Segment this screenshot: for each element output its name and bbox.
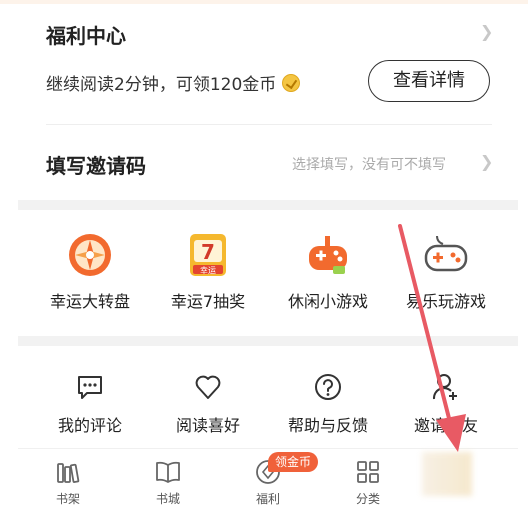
blurred-profile-tab[interactable] — [422, 452, 472, 496]
book-icon — [154, 458, 182, 486]
invite-code-hint: 选择填写，没有可不填写 — [292, 157, 446, 173]
welfare-badge: 领金币 — [268, 452, 319, 472]
help-icon — [313, 372, 343, 402]
controller-icon — [423, 232, 469, 278]
view-details-button[interactable]: 查看详情 — [368, 60, 490, 102]
comment-icon — [75, 372, 105, 402]
divider — [46, 124, 492, 125]
chevron-right-icon: ❯ — [480, 22, 494, 41]
lucky7-digit: 7 — [201, 240, 215, 264]
tool-item-preferences[interactable]: 阅读喜好 — [148, 372, 268, 436]
tool-item-help[interactable]: 帮助与反馈 — [268, 372, 388, 436]
game-label: 易乐玩游戏 — [405, 292, 486, 311]
category-icon — [354, 458, 382, 486]
tool-item-invite[interactable]: 邀请好友 — [386, 372, 506, 436]
game-item-yile[interactable]: 易乐玩游戏 — [386, 232, 506, 312]
lucky7-badge-text: 幸运 — [200, 266, 216, 275]
tool-label: 阅读喜好 — [175, 416, 240, 435]
tab-label: 福利 — [255, 492, 280, 506]
game-item-lucky7[interactable]: 7 幸运 幸运7抽奖 — [148, 232, 268, 312]
section-gap — [18, 336, 518, 346]
add-friend-icon — [431, 372, 461, 402]
tab-bookstore[interactable]: 书城 — [128, 458, 208, 507]
game-item-casual[interactable]: 休闲小游戏 — [268, 232, 388, 312]
welfare-subtitle-text: 继续阅读2分钟，可领120金币 — [46, 75, 277, 95]
game-label: 幸运大转盘 — [49, 292, 130, 311]
tab-label: 分类 — [355, 492, 380, 506]
chevron-right-icon: ❯ — [480, 152, 494, 171]
top-strip — [0, 0, 528, 4]
heart-icon — [193, 372, 223, 402]
invite-code-title: 填写邀请码 — [46, 154, 146, 178]
section-gap — [18, 200, 518, 210]
tab-label: 书架 — [55, 492, 80, 506]
tool-item-comments[interactable]: 我的评论 — [30, 372, 150, 436]
tool-label: 我的评论 — [57, 416, 122, 435]
lucky7-icon: 7 幸运 — [185, 232, 231, 278]
welfare-subtitle: 继续阅读2分钟，可领120金币 — [46, 70, 301, 95]
welfare-title: 福利中心 — [46, 24, 126, 48]
tool-label: 帮助与反馈 — [287, 416, 368, 435]
tab-bookshelf[interactable]: 书架 — [28, 458, 108, 507]
game-item-wheel[interactable]: 幸运大转盘 — [30, 232, 150, 312]
tab-label: 书城 — [155, 492, 180, 506]
coin-icon — [282, 74, 301, 92]
game-label: 休闲小游戏 — [287, 292, 368, 311]
wheel-icon — [67, 232, 113, 278]
tool-label: 邀请好友 — [413, 416, 478, 435]
bookshelf-icon — [54, 458, 82, 486]
game-label: 幸运7抽奖 — [170, 292, 246, 311]
tab-category[interactable]: 分类 — [328, 458, 408, 507]
gamepad-icon — [305, 232, 351, 278]
